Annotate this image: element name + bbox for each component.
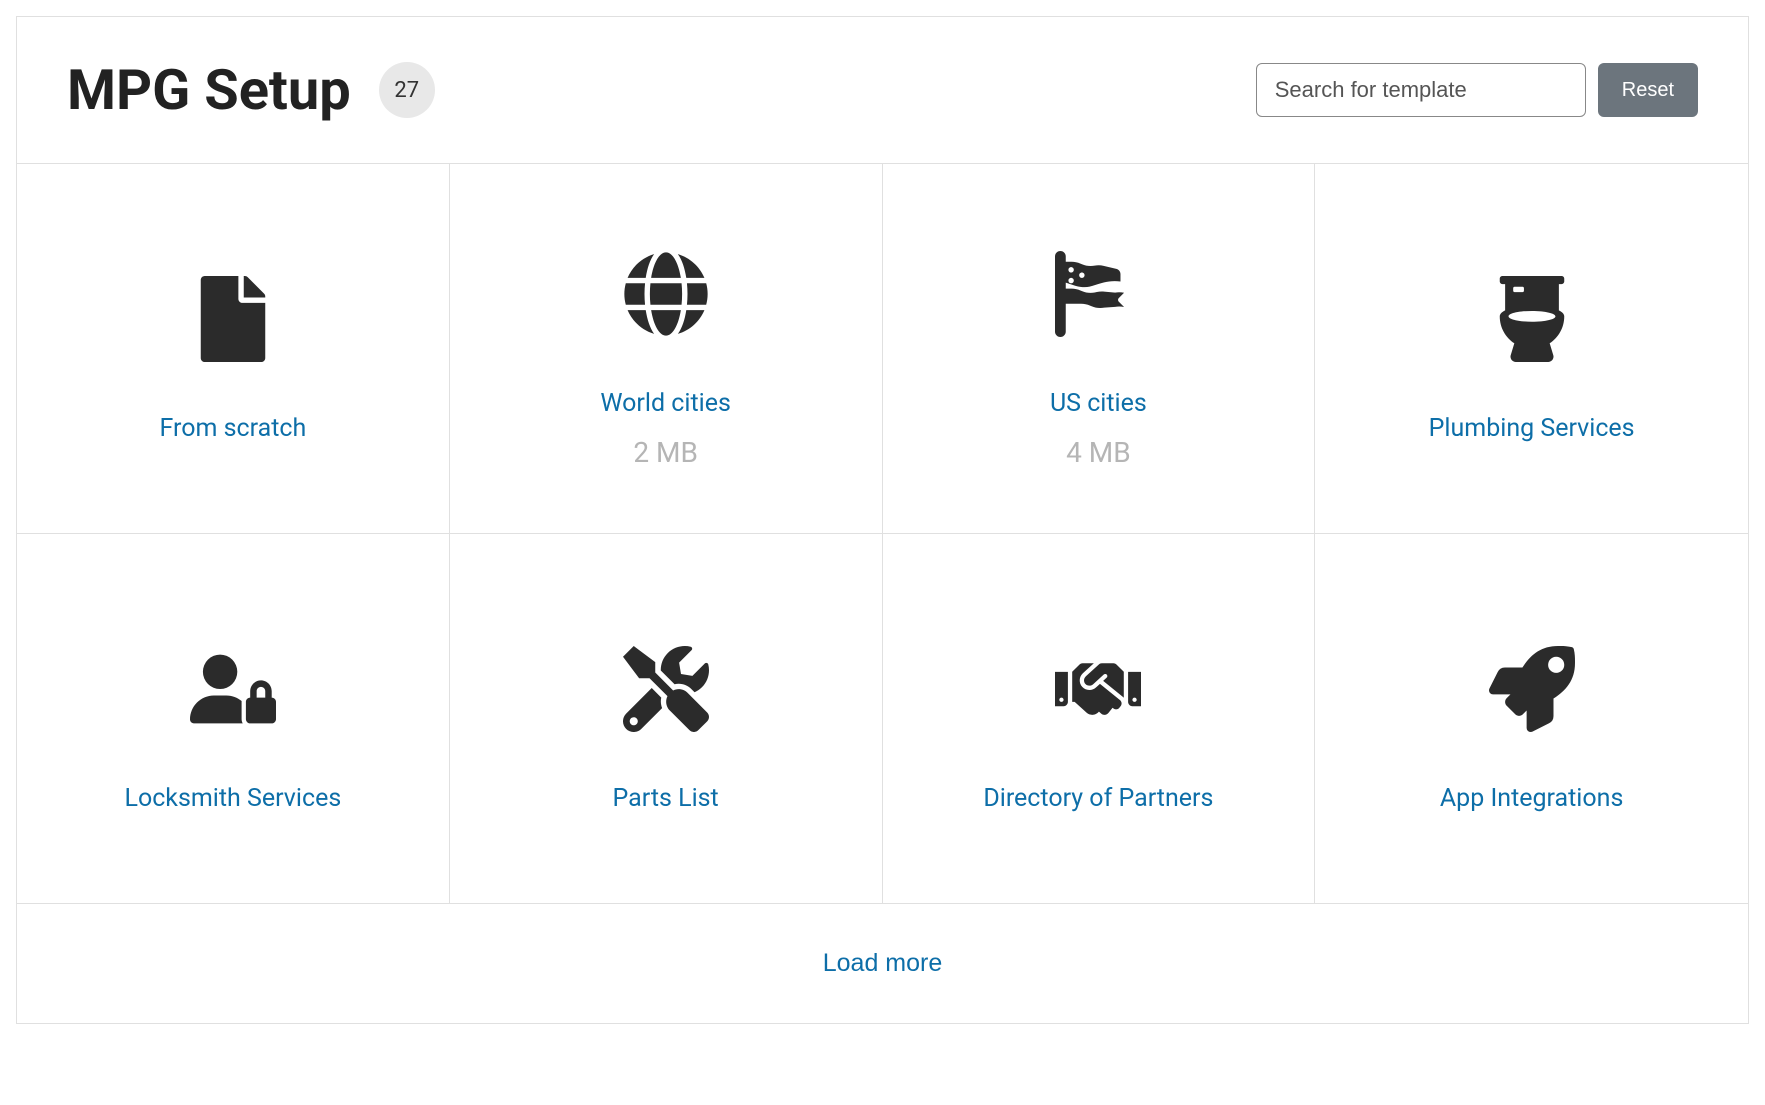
template-card-app-integrations[interactable]: App Integrations [1315, 534, 1748, 904]
template-card-world-cities[interactable]: World cities 2 MB [450, 164, 883, 534]
reset-button[interactable]: Reset [1598, 63, 1698, 117]
header: MPG Setup 27 Reset [17, 17, 1748, 164]
template-card-parts-list[interactable]: Parts List [450, 534, 883, 904]
template-card-size: 2 MB [633, 436, 698, 469]
file-icon [190, 254, 276, 384]
handshake-icon [1055, 624, 1141, 754]
template-card-title: App Integrations [1440, 784, 1623, 813]
header-left: MPG Setup 27 [67, 57, 435, 123]
page-title: MPG Setup [67, 57, 351, 123]
header-right: Reset [1256, 63, 1698, 117]
rocket-icon [1489, 624, 1575, 754]
template-card-title: Parts List [613, 784, 719, 813]
template-card-from-scratch[interactable]: From scratch [17, 164, 450, 534]
flag-usa-icon [1055, 229, 1141, 359]
template-card-size: 4 MB [1066, 436, 1131, 469]
template-card-title: World cities [600, 389, 731, 418]
count-badge: 27 [379, 62, 435, 118]
template-grid: From scratch World cities 2 MB US cities… [17, 164, 1748, 904]
user-lock-icon [190, 624, 276, 754]
template-card-partners[interactable]: Directory of Partners [883, 534, 1316, 904]
template-card-title: Directory of Partners [983, 784, 1213, 813]
template-card-title: Locksmith Services [124, 784, 341, 813]
toilet-icon [1489, 254, 1575, 384]
setup-container: MPG Setup 27 Reset From scratch World ci… [16, 16, 1749, 1024]
template-card-title: Plumbing Services [1429, 414, 1635, 443]
globe-icon [623, 229, 709, 359]
template-card-title: From scratch [160, 414, 307, 443]
search-input[interactable] [1256, 63, 1586, 117]
footer: Load more [17, 904, 1748, 1023]
template-card-plumbing[interactable]: Plumbing Services [1315, 164, 1748, 534]
tools-icon [623, 624, 709, 754]
template-card-locksmith[interactable]: Locksmith Services [17, 534, 450, 904]
template-card-us-cities[interactable]: US cities 4 MB [883, 164, 1316, 534]
template-card-title: US cities [1050, 389, 1147, 418]
load-more-button[interactable]: Load more [823, 949, 943, 978]
